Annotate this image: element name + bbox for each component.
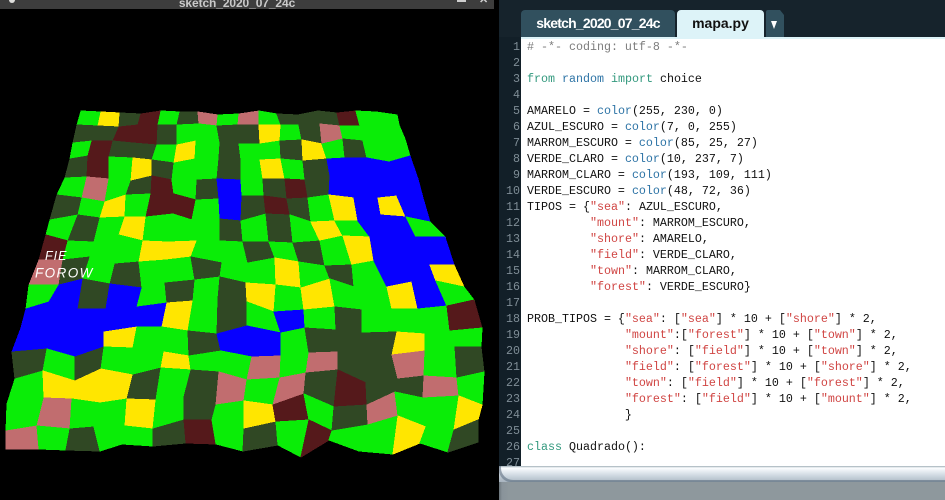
svg-text:FIE: FIE xyxy=(45,249,67,263)
svg-text:FOROW: FOROW xyxy=(35,266,94,281)
